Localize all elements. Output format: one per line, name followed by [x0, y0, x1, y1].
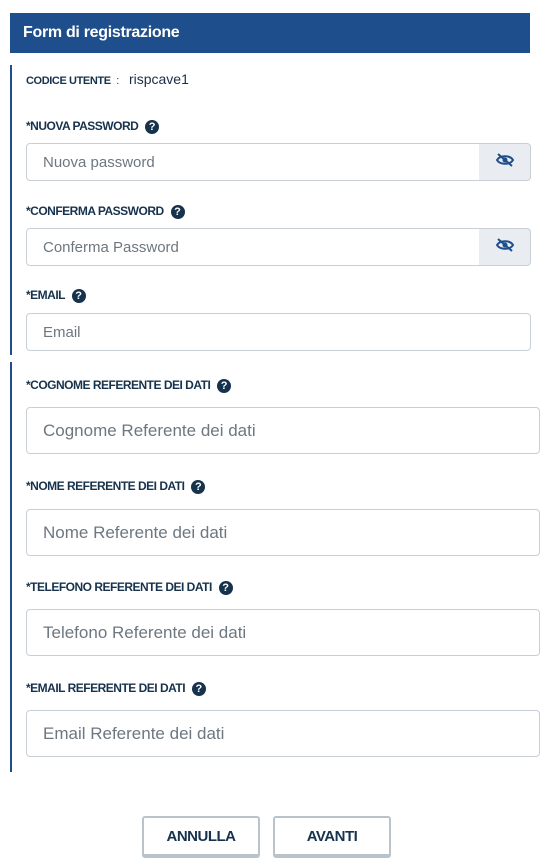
referent-phone-label: *TELEFONO REFERENTE DEI DATI ? — [26, 579, 233, 595]
form-section-border — [10, 65, 12, 355]
confirm-password-input[interactable] — [26, 228, 480, 266]
confirm-password-label: *CONFERMA PASSWORD ? — [26, 203, 185, 219]
question-circle-icon[interactable]: ? — [71, 289, 86, 303]
referent-phone-label-text: *TELEFONO REFERENTE DEI DATI — [26, 580, 212, 594]
toggle-new-password-visibility-button[interactable] — [479, 143, 531, 181]
question-circle-icon[interactable]: ? — [191, 682, 206, 696]
user-code-row: CODICE UTENTE : rispcave1 — [26, 70, 189, 90]
referent-email-label-text: *EMAIL REFERENTE DEI DATI — [26, 681, 186, 695]
referent-email-input[interactable] — [26, 710, 540, 757]
referent-name-label-text: *NOME REFERENTE DEI DATI — [26, 479, 185, 493]
new-password-label: *NUOVA PASSWORD ? — [26, 118, 160, 134]
cancel-button[interactable]: ANNULLA — [142, 816, 260, 858]
referent-email-label: *EMAIL REFERENTE DEI DATI ? — [26, 680, 206, 696]
form-header: Form di registrazione — [10, 13, 530, 53]
email-label-text: *EMAIL — [26, 288, 65, 302]
question-circle-icon[interactable]: ? — [218, 581, 233, 595]
question-circle-icon[interactable]: ? — [145, 120, 160, 134]
new-password-label-text: *NUOVA PASSWORD — [26, 119, 139, 133]
question-circle-icon[interactable]: ? — [191, 480, 206, 494]
referent-name-input[interactable] — [26, 509, 540, 556]
user-code-separator: : — [116, 75, 120, 87]
toggle-confirm-password-visibility-button[interactable] — [479, 228, 531, 266]
email-label: *EMAIL ? — [26, 287, 86, 303]
eye-slash-icon — [495, 237, 515, 258]
next-button[interactable]: AVANTI — [273, 816, 391, 858]
referent-surname-input[interactable] — [26, 407, 540, 454]
new-password-input[interactable] — [26, 143, 480, 181]
confirm-password-label-text: *CONFERMA PASSWORD — [26, 204, 164, 218]
referent-section-border — [10, 362, 12, 772]
question-circle-icon[interactable]: ? — [217, 379, 232, 393]
question-circle-icon[interactable]: ? — [170, 205, 185, 219]
user-code-label: CODICE UTENTE — [26, 75, 111, 87]
referent-name-label: *NOME REFERENTE DEI DATI ? — [26, 478, 206, 494]
email-input[interactable] — [26, 313, 531, 351]
user-code-value: rispcave1 — [128, 71, 189, 87]
referent-surname-label: *COGNOME REFERENTE DEI DATI ? — [26, 377, 232, 393]
referent-phone-input[interactable] — [26, 609, 540, 656]
referent-surname-label-text: *COGNOME REFERENTE DEI DATI — [26, 378, 211, 392]
form-title: Form di registrazione — [23, 24, 180, 41]
eye-slash-icon — [495, 152, 515, 173]
